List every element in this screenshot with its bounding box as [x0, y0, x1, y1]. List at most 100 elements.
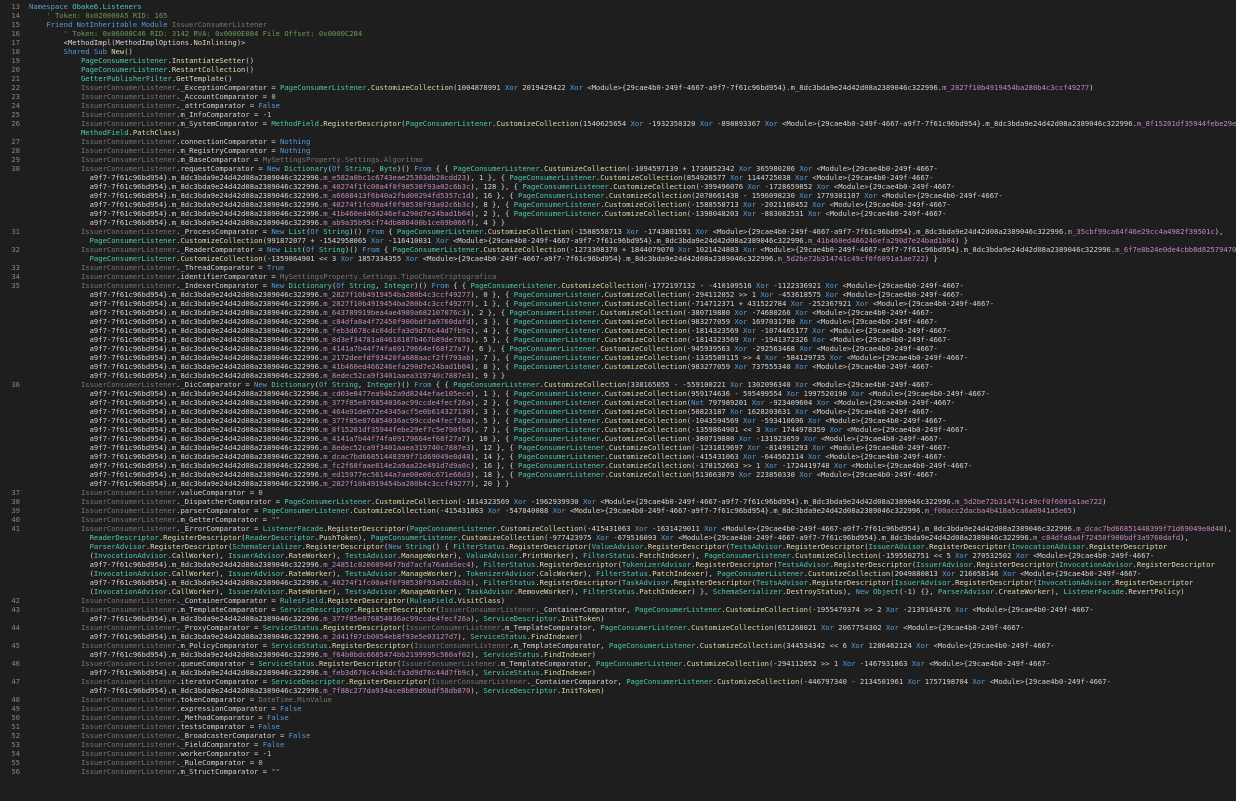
code-line[interactable]: IssuerConsumerListener._AccountComparato… — [29, 92, 1236, 101]
code-line[interactable]: a9f7-7f61c96bd954}.m_8dc3bda9e24d42d08a2… — [29, 443, 1236, 452]
code-line[interactable]: PageConsumerListener.RestartCollection() — [29, 65, 1236, 74]
code-line[interactable]: IssuerConsumerListener.tokenComparator =… — [29, 695, 1236, 704]
code-line[interactable]: IssuerConsumerListener.iteratorComparato… — [29, 677, 1236, 686]
code-line[interactable]: a9f7-7f61c96bd954}.m_8dc3bda9e24d42d08a2… — [29, 452, 1236, 461]
line-number — [0, 461, 22, 470]
code-token: m_41b460ed466246efa290d7e24bad1b04 — [323, 362, 471, 371]
code-line[interactable]: ParserAdvisor.RegisterDescriptor(SchemaS… — [29, 542, 1236, 551]
code-line[interactable]: a9f7-7f61c96bd954}.m_8dc3bda9e24d42d08a2… — [29, 425, 1236, 434]
code-line[interactable]: a9f7-7f61c96bd954}.m_8dc3bda9e24d42d08a2… — [29, 668, 1236, 677]
code-line[interactable]: IssuerConsumerListener._ContainerCompara… — [29, 596, 1236, 605]
code-line[interactable]: a9f7-7f61c96bd954}.m_8dc3bda9e24d42d08a2… — [29, 632, 1236, 641]
code-line[interactable]: IssuerConsumerListener.m_InfoComparator … — [29, 110, 1236, 119]
code-token: PageConsumerListener — [513, 389, 601, 398]
code-token: .expressionComparator = — [176, 704, 280, 713]
code-line[interactable]: IssuerConsumerListener._IndexerComparato… — [29, 281, 1236, 290]
code-line[interactable]: a9f7-7f61c96bd954}.m_8dc3bda9e24d42d08a2… — [29, 299, 1236, 308]
code-line[interactable]: a9f7-7f61c96bd954}.m_8dc3bda9e24d42d08a2… — [29, 218, 1236, 227]
code-token: m_feb3d678c4c04dcfa3d9d76c44d7fb9c — [323, 326, 471, 335]
code-line[interactable]: IssuerConsumerListener._DispatcherCompar… — [29, 497, 1236, 506]
code-line[interactable]: IssuerConsumerListener._ExceptionCompara… — [29, 83, 1236, 92]
code-token: IssuerConsumerListener — [414, 641, 510, 650]
line-number: 34 — [11, 272, 20, 281]
code-line[interactable]: a9f7-7f61c96bd954}.m_8dc3bda9e24d42d08a2… — [29, 335, 1236, 344]
code-line[interactable]: IssuerConsumerListener._ReaderComparator… — [29, 245, 1236, 254]
code-line[interactable]: IssuerConsumerListener.valueComparator =… — [29, 488, 1236, 497]
code-line[interactable]: IssuerConsumerListener._FieldComparator … — [29, 740, 1236, 749]
code-line[interactable]: IssuerConsumerListener.m_SystemComparato… — [29, 119, 1236, 128]
code-line[interactable]: a9f7-7f61c96bd954}.m_8dc3bda9e24d42d08a2… — [29, 686, 1236, 695]
code-line[interactable]: ' Token: 0x06000C46 RID: 3142 RVA: 0x000… — [29, 29, 1236, 38]
code-line[interactable]: IssuerConsumerListener._ProcessComparato… — [29, 227, 1236, 236]
code-line[interactable]: a9f7-7f61c96bd954}.m_8dc3bda9e24d42d08a2… — [29, 353, 1236, 362]
code-line[interactable]: a9f7-7f61c96bd954}.m_8dc3bda9e24d42d08a2… — [29, 407, 1236, 416]
code-line[interactable]: a9f7-7f61c96bd954}.m_8dc3bda9e24d42d08a2… — [29, 326, 1236, 335]
code-area[interactable]: Namespace Obake6.Listeners ' Token: 0x02… — [29, 2, 1236, 776]
code-line[interactable]: a9f7-7f61c96bd954}.m_8dc3bda9e24d42d08a2… — [29, 200, 1236, 209]
code-line[interactable]: IssuerConsumerListener.parserComparator … — [29, 506, 1236, 515]
code-line[interactable]: IssuerConsumerListener.m_RegistryCompara… — [29, 146, 1236, 155]
code-line[interactable]: IssuerConsumerListener.connectionCompara… — [29, 137, 1236, 146]
code-line[interactable]: a9f7-7f61c96bd954}.m_8dc3bda9e24d42d08a2… — [29, 479, 1236, 488]
code-line[interactable]: a9f7-7f61c96bd954}.m_8dc3bda9e24d42d08a2… — [29, 650, 1236, 659]
code-editor[interactable]: 13 14 15 16 17 18 19 20 21 22 23 24 25 26 27 28 29 30 31 32… — [0, 0, 1236, 801]
code-line[interactable]: a9f7-7f61c96bd954}.m_8dc3bda9e24d42d08a2… — [29, 461, 1236, 470]
code-line[interactable]: IssuerConsumerListener._ProxyComparator … — [29, 623, 1236, 632]
code-line[interactable]: a9f7-7f61c96bd954}.m_8dc3bda9e24d42d08a2… — [29, 470, 1236, 479]
code-line[interactable]: a9f7-7f61c96bd954}.m_8dc3bda9e24d42d08a2… — [29, 389, 1236, 398]
code-line[interactable]: a9f7-7f61c96bd954}.m_8dc3bda9e24d42d08a2… — [29, 416, 1236, 425]
code-line[interactable]: (InvocationAdvisor.CallWorker), IssuerAd… — [29, 569, 1236, 578]
code-line[interactable]: IssuerConsumerListener.m_BaseComparator … — [29, 155, 1236, 164]
code-line[interactable]: GetterPublisherFilter.GetTemplate() — [29, 74, 1236, 83]
code-line[interactable]: a9f7-7f61c96bd954}.m_8dc3bda9e24d42d08a2… — [29, 209, 1236, 218]
code-line[interactable]: a9f7-7f61c96bd954}.m_8dc3bda9e24d42d08a2… — [29, 371, 1236, 380]
code-token: (1004878991 — [453, 83, 506, 92]
code-token: ( — [29, 587, 94, 596]
code-line[interactable]: (InvocationAdvisor.CallWorker), IssuerAd… — [29, 587, 1236, 596]
code-line[interactable]: a9f7-7f61c96bd954}.m_8dc3bda9e24d42d08a2… — [29, 191, 1236, 200]
code-line[interactable]: a9f7-7f61c96bd954}.m_8dc3bda9e24d42d08a2… — [29, 434, 1236, 443]
code-line[interactable]: a9f7-7f61c96bd954}.m_8dc3bda9e24d42d08a2… — [29, 614, 1236, 623]
code-token: Xor — [660, 533, 674, 542]
code-line[interactable]: a9f7-7f61c96bd954}.m_8dc3bda9e24d42d08a2… — [29, 560, 1236, 569]
code-line[interactable]: IssuerConsumerListener.m_GetterComparato… — [29, 515, 1236, 524]
code-line[interactable]: IssuerConsumerListener.identifierCompara… — [29, 272, 1236, 281]
code-line[interactable]: a9f7-7f61c96bd954}.m_8dc3bda9e24d42d08a2… — [29, 308, 1236, 317]
code-line[interactable]: IssuerConsumerListener._ErrorComparator … — [29, 524, 1236, 533]
code-line[interactable]: Shared Sub New() — [29, 47, 1236, 56]
code-line[interactable]: PageConsumerListener.InstantiateSetter() — [29, 56, 1236, 65]
code-line[interactable]: PageConsumerListener.CustomizeCollection… — [29, 254, 1236, 263]
code-line[interactable]: Friend NotInheritable Module IssuerConsu… — [29, 20, 1236, 29]
code-line[interactable]: a9f7-7f61c96bd954}.m_8dc3bda9e24d42d08a2… — [29, 344, 1236, 353]
code-line[interactable]: IssuerConsumerListener.requestComparator… — [29, 164, 1236, 173]
code-token: ServiceStatus — [483, 668, 540, 677]
code-line[interactable]: ReaderDescriptor.RegisterDescriptor(Read… — [29, 533, 1236, 542]
code-line[interactable]: IssuerConsumerListener._attrComparator =… — [29, 101, 1236, 110]
code-line[interactable]: (InvocationAdvisor.CallWorker), IssuerAd… — [29, 551, 1236, 560]
code-line[interactable]: IssuerConsumerListener.testsComparator =… — [29, 722, 1236, 731]
code-line[interactable]: IssuerConsumerListener._ThreadComparator… — [29, 263, 1236, 272]
code-line[interactable]: Namespace Obake6.Listeners — [29, 2, 1236, 11]
code-line[interactable]: IssuerConsumerListener._DicComparator = … — [29, 380, 1236, 389]
code-line[interactable]: a9f7-7f61c96bd954}.m_8dc3bda9e24d42d08a2… — [29, 173, 1236, 182]
code-line[interactable]: IssuerConsumerListener.workerComparator … — [29, 749, 1236, 758]
code-line[interactable]: ' Token: 0x020000A5 RID: 165 — [29, 11, 1236, 20]
code-line[interactable]: a9f7-7f61c96bd954}.m_8dc3bda9e24d42d08a2… — [29, 362, 1236, 371]
code-line[interactable]: IssuerConsumerListener.m_TemplateCompara… — [29, 605, 1236, 614]
code-line[interactable]: MethodField.PatchClass) — [29, 128, 1236, 137]
code-line[interactable]: PageConsumerListener.CustomizeCollection… — [29, 236, 1236, 245]
code-line[interactable]: IssuerConsumerListener._MethodComparator… — [29, 713, 1236, 722]
code-line[interactable]: IssuerConsumerListener._RuleComparator =… — [29, 758, 1236, 767]
code-line[interactable]: IssuerConsumerListener._BroadcasterCompa… — [29, 731, 1236, 740]
code-line[interactable]: <MethodImpl(MethodImplOptions.NoInlining… — [29, 38, 1236, 47]
code-line[interactable]: IssuerConsumerListener.m_StructComparato… — [29, 767, 1236, 776]
code-line[interactable]: a9f7-7f61c96bd954}.m_8dc3bda9e24d42d08a2… — [29, 398, 1236, 407]
code-line[interactable]: a9f7-7f61c96bd954}.m_8dc3bda9e24d42d08a2… — [29, 182, 1236, 191]
code-line[interactable]: a9f7-7f61c96bd954}.m_8dc3bda9e24d42d08a2… — [29, 317, 1236, 326]
code-line[interactable]: IssuerConsumerListener.expressionCompara… — [29, 704, 1236, 713]
code-line[interactable]: a9f7-7f61c96bd954}.m_8dc3bda9e24d42d08a2… — [29, 290, 1236, 299]
code-line[interactable]: IssuerConsumerListener.queueComparator =… — [29, 659, 1236, 668]
code-line[interactable]: a9f7-7f61c96bd954}.m_8dc3bda9e24d42d08a2… — [29, 578, 1236, 587]
code-line[interactable]: IssuerConsumerListener.m_PolicyComparato… — [29, 641, 1236, 650]
